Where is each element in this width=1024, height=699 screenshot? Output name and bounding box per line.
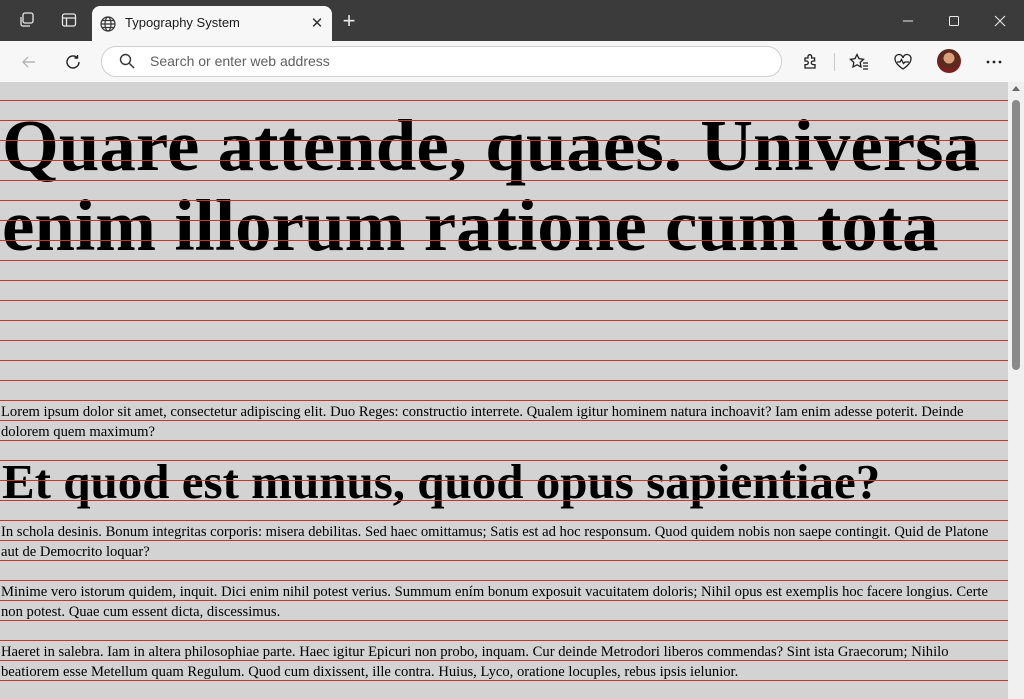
search-icon (119, 53, 135, 74)
minimize-icon[interactable] (897, 10, 919, 32)
profile-avatar[interactable] (937, 49, 961, 73)
window-close-icon[interactable] (989, 10, 1011, 32)
vertical-scrollbar[interactable] (1008, 82, 1024, 699)
scrollbar-thumb[interactable] (1012, 100, 1020, 370)
page-heading-2: Et quod est munus, quod opus sapientiae? (2, 454, 881, 509)
tab-title: Typography System (125, 15, 240, 30)
globe-icon (99, 15, 117, 33)
browser-toolbar (0, 41, 1024, 83)
browser-essentials-icon[interactable] (890, 49, 916, 75)
refresh-icon[interactable] (60, 49, 86, 75)
page-heading-1: Quare attende, quaes. Universa enim illo… (2, 105, 981, 266)
address-input[interactable] (150, 51, 750, 71)
workspaces-icon[interactable] (15, 8, 39, 32)
new-tab-icon[interactable]: + (338, 8, 360, 33)
paragraph-3: Minime vero istorum quidem, inquit. Dici… (1, 584, 988, 620)
title-bar: Typography System ✕ + (0, 0, 1024, 41)
close-icon[interactable]: ✕ (308, 14, 326, 32)
paragraph-1: Lorem ipsum dolor sit amet, consectetur … (1, 404, 964, 440)
address-bar[interactable] (101, 46, 782, 77)
scroll-up-arrow-icon[interactable] (1012, 86, 1020, 91)
favorites-icon[interactable] (846, 49, 872, 75)
maximize-icon[interactable] (943, 10, 965, 32)
tab-actions-icon[interactable] (57, 8, 81, 32)
more-icon[interactable] (981, 49, 1007, 75)
back-icon[interactable] (16, 49, 42, 75)
page-viewport: Quare attende, quaes. Universa enim illo… (0, 82, 1008, 699)
extensions-icon[interactable] (797, 49, 823, 75)
paragraph-4: Haeret in salebra. Iam in altera philoso… (1, 644, 949, 680)
paragraph-2: In schola desinis. Bonum integritas corp… (1, 524, 989, 560)
tab-typography-system[interactable]: Typography System ✕ (92, 6, 332, 41)
toolbar-separator (834, 53, 835, 71)
